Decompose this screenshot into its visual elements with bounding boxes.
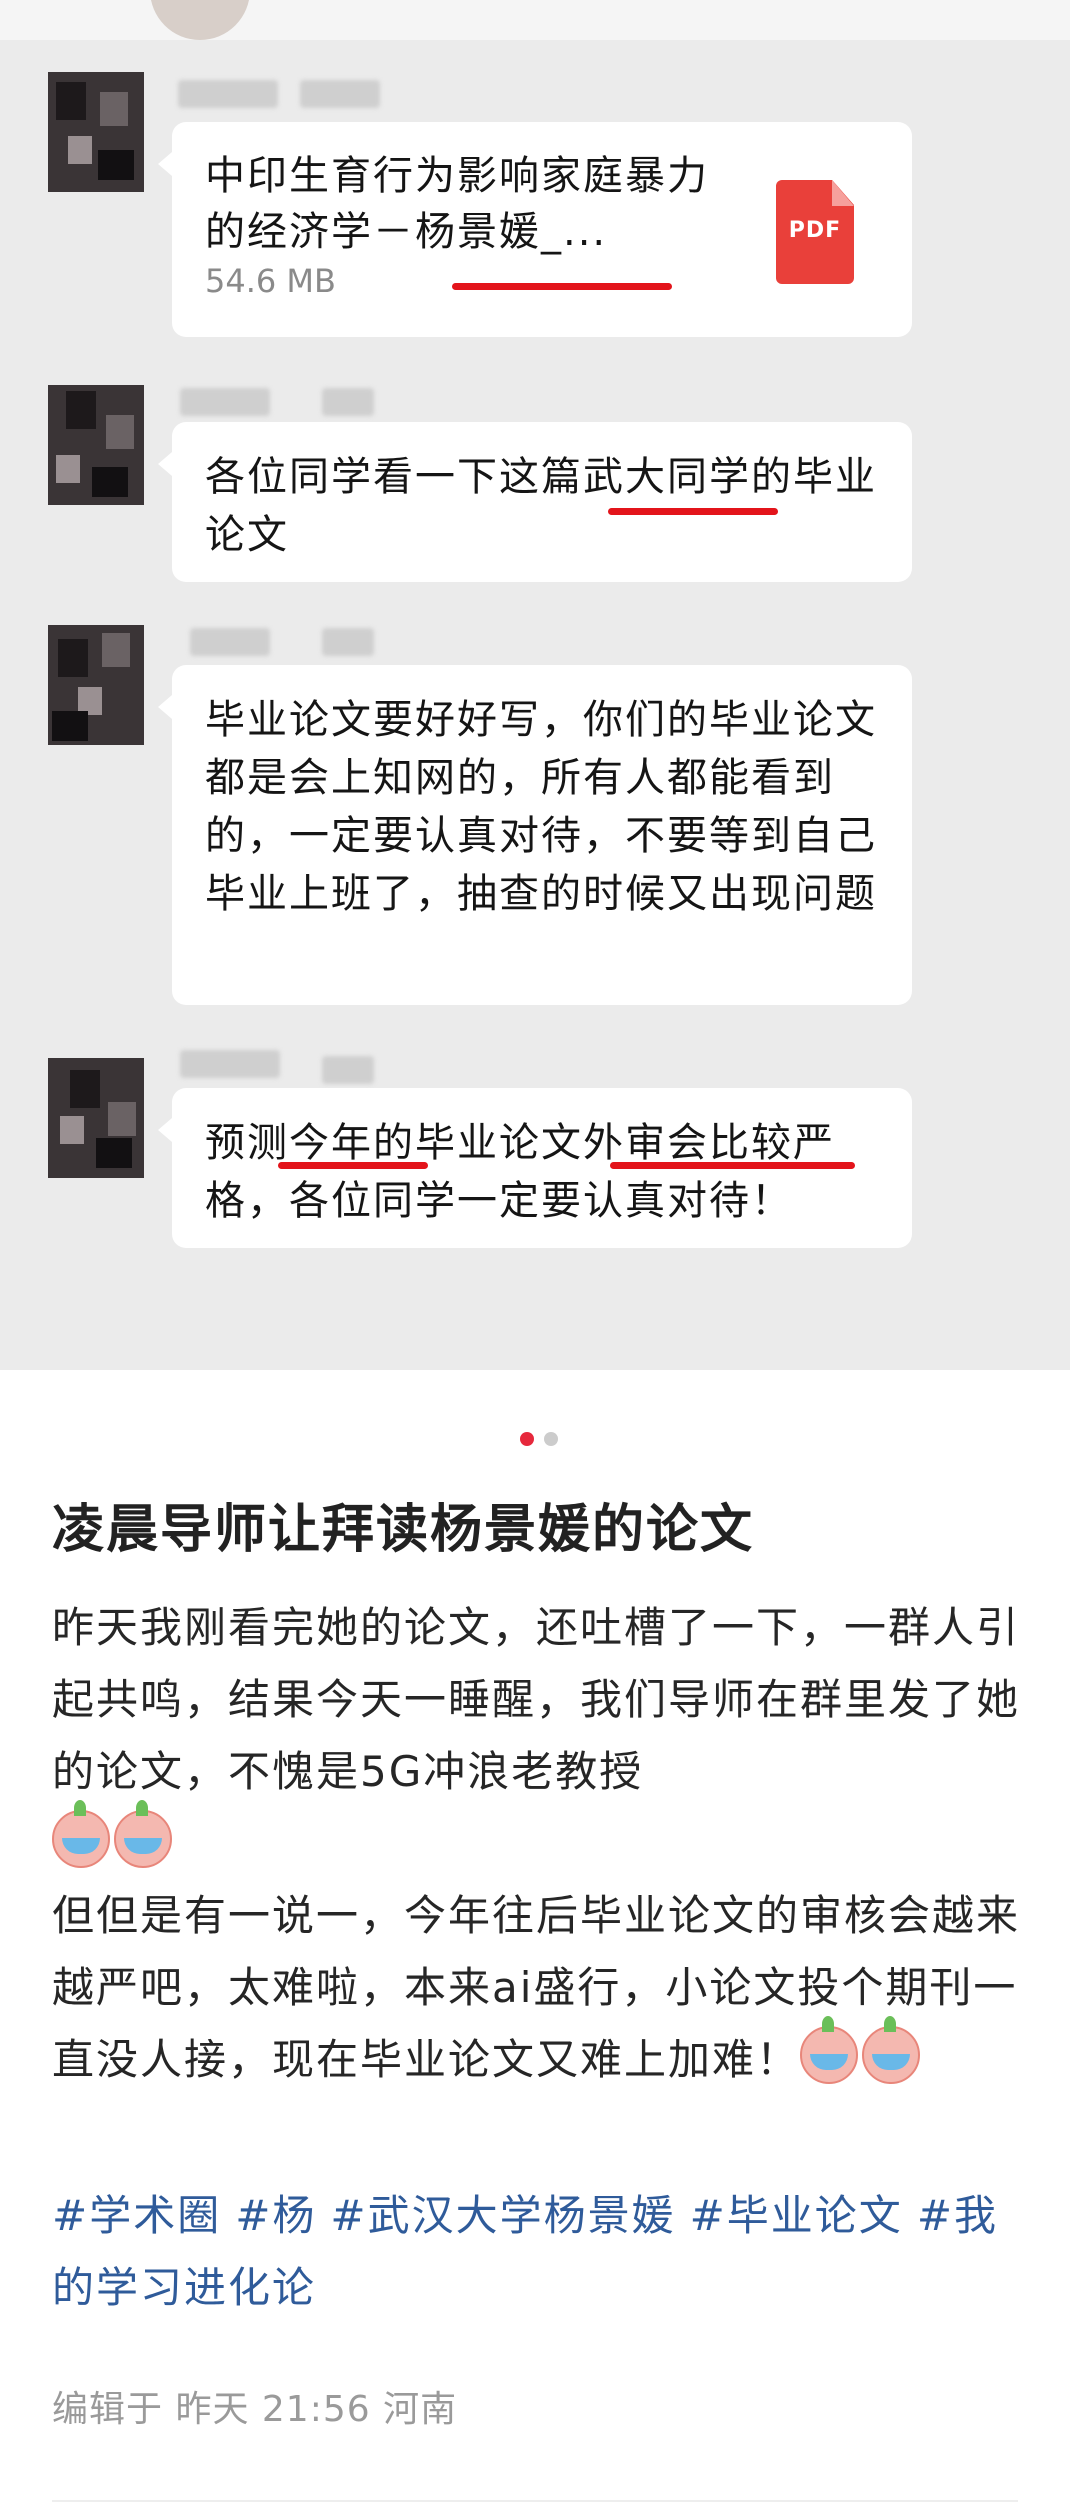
message-text: 预测今年的毕业论文外审会比较严格，各位同学一定要认真对待！ [205, 1120, 835, 1224]
red-underline [452, 283, 672, 290]
file-message-bubble[interactable]: 中印生育行为影响家庭暴力的经济学－杨景媛_... 54.6 MB PDF [158, 122, 912, 337]
crying-peach-emoji [800, 2016, 859, 2084]
post-meta: 编辑于 昨天 21:56 河南 [52, 2389, 458, 2430]
sender-name-blurred [190, 628, 270, 656]
carousel-dot-active[interactable] [520, 1432, 534, 1446]
sender-avatar-blurred [48, 1058, 144, 1178]
text-message-bubble: 毕业论文要好好写，你们的毕业论文都是会上知网的，所有人都能看到的，一定要认真对待… [158, 665, 912, 1005]
carousel-dot[interactable] [544, 1432, 558, 1446]
divider [52, 2500, 1018, 2502]
chat-screenshot-image[interactable]: 中印生育行为影响家庭暴力的经济学－杨景媛_... 54.6 MB PDF 各位同… [0, 0, 1070, 1370]
file-name: 中印生育行为影响家庭暴力的经济学－杨景媛_... [205, 153, 709, 255]
tag-link[interactable]: #毕业论文 [690, 2191, 903, 2240]
red-underline [610, 1162, 855, 1169]
message-text: 毕业论文要好好写，你们的毕业论文都是会上知网的，所有人都能看到的，一定要认真对待… [205, 697, 877, 917]
message-text: 各位同学看一下这篇武大同学的毕业论文 [205, 454, 877, 558]
sender-name-blurred [300, 80, 380, 108]
red-underline [608, 508, 778, 515]
post-paragraph-1: 昨天我刚看完她的论文，还吐槽了一下，一群人引起共鸣，结果今天一睡醒，我们导师在群… [52, 1592, 1027, 1880]
crying-peach-emoji [114, 1800, 172, 1868]
sender-name-blurred [180, 1050, 280, 1078]
sender-name-blurred [322, 1056, 374, 1084]
sender-avatar-blurred [48, 385, 144, 505]
sender-avatar-blurred [48, 625, 144, 745]
sender-name-blurred [322, 628, 374, 656]
post-paragraph-2: 但但是有一说一，今年往后毕业论文的审核会越来越严吧，太难啦，本来ai盛行，小论文… [52, 1880, 1027, 2096]
crying-peach-emoji [52, 1800, 110, 1868]
sender-name-blurred [322, 388, 374, 416]
tag-link[interactable]: #杨 [235, 2191, 316, 2240]
red-underline [278, 1162, 428, 1169]
post-tags: #学术圈 #杨 #武汉大学杨景媛 #毕业论文 #我的学习进化论 [52, 2180, 1027, 2324]
tag-link[interactable]: #学术圈 [52, 2191, 221, 2240]
sender-name-blurred [178, 80, 278, 108]
crying-peach-emoji [862, 2016, 921, 2084]
pdf-label: PDF [788, 218, 842, 243]
post-paragraph-text: 昨天我刚看完她的论文，还吐槽了一下，一群人引起共鸣，结果今天一睡醒，我们导师在群… [52, 1603, 1021, 1796]
sender-avatar-blurred [48, 72, 144, 192]
post-title: 凌晨导师让拜读杨景媛的论文 [52, 1500, 755, 1560]
text-message-bubble: 各位同学看一下这篇武大同学的毕业论文 [158, 422, 912, 582]
post-body: 昨天我刚看完她的论文，还吐槽了一下，一群人引起共鸣，结果今天一睡醒，我们导师在群… [52, 1592, 1027, 2096]
tag-link[interactable]: #武汉大学杨景媛 [330, 2191, 675, 2240]
sender-name-blurred [180, 388, 270, 416]
carousel-indicator [0, 1432, 1070, 1448]
file-size: 54.6 MB [205, 262, 336, 300]
